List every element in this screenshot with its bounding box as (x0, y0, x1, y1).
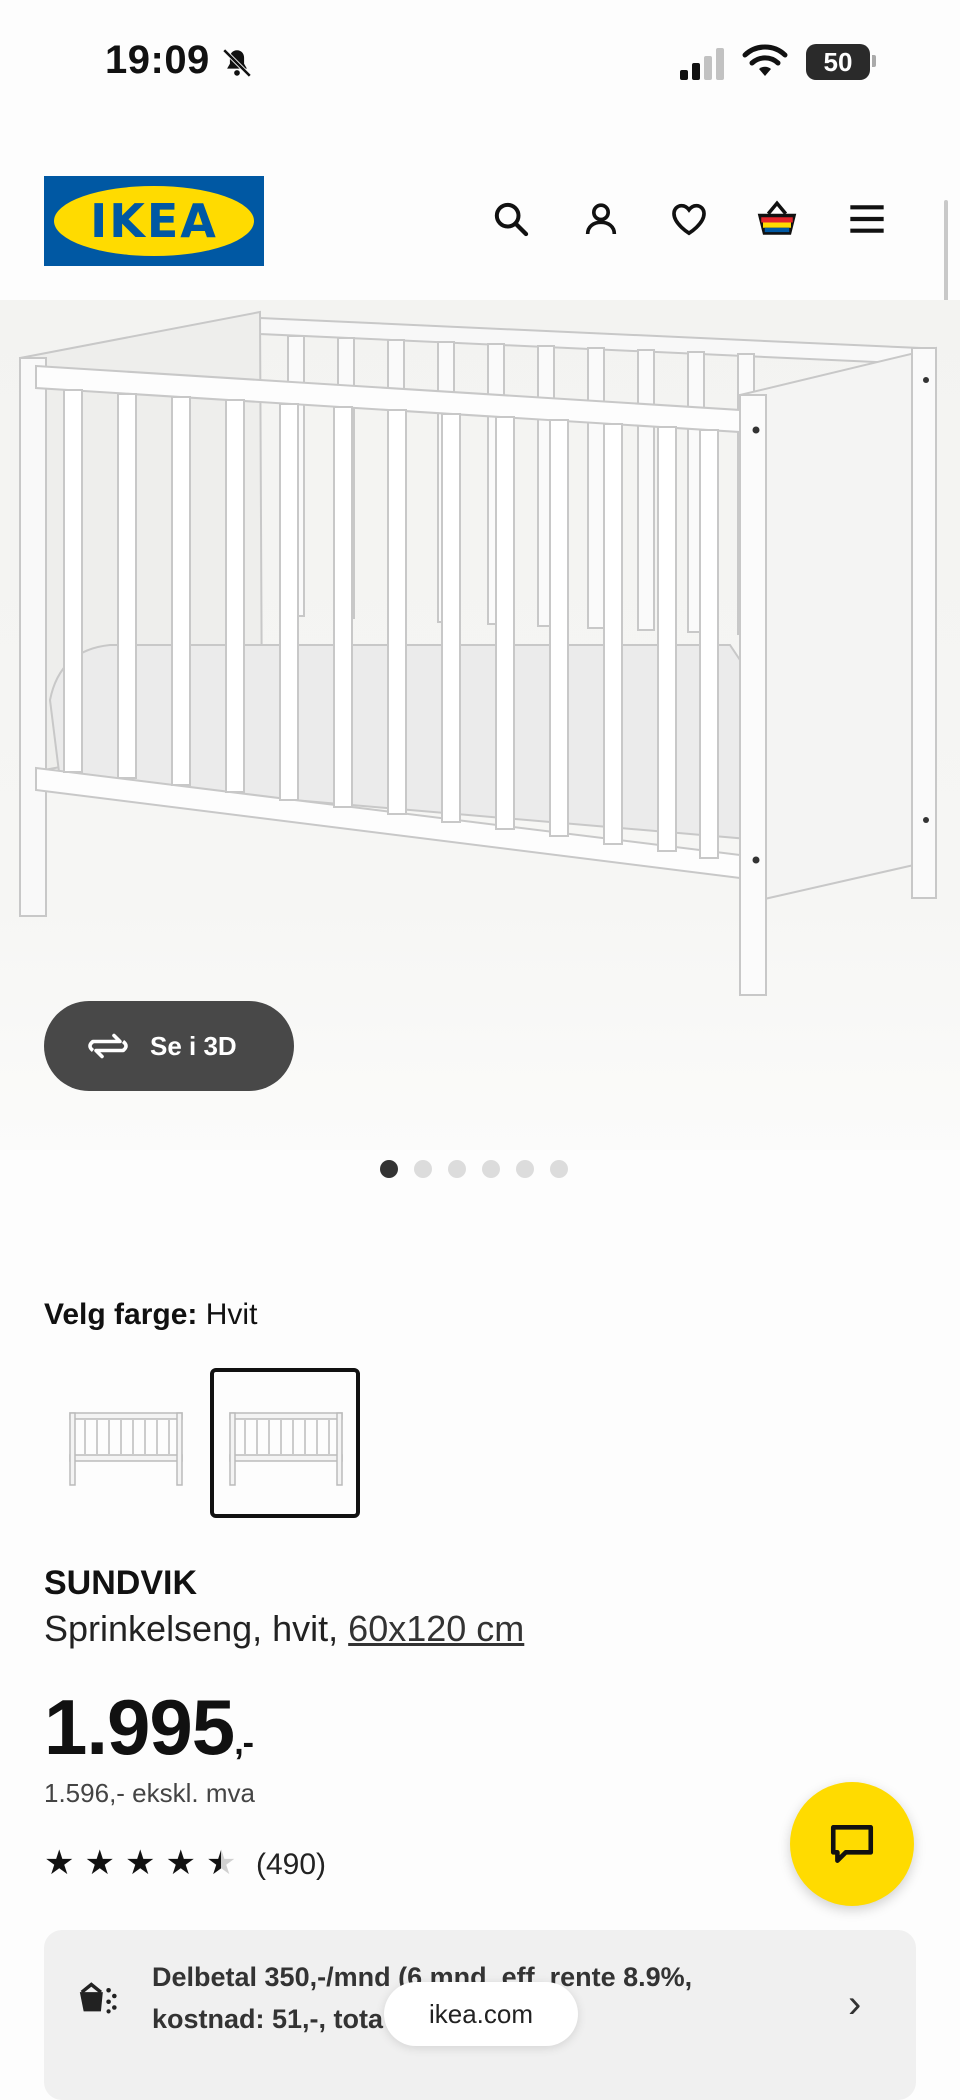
color-swatch-option[interactable] (50, 1368, 200, 1518)
star-icon: ★ (124, 1844, 156, 1882)
gallery-dot[interactable] (516, 1160, 534, 1178)
product-name: SUNDVIK (44, 1564, 198, 1602)
wifi-icon (742, 44, 788, 76)
half-star-icon: ★ (205, 1844, 237, 1882)
payment-icon (79, 1982, 117, 2014)
color-value: Hvit (205, 1298, 258, 1331)
color-label-heading: Velg farge: (44, 1298, 198, 1331)
star-icon: ★ (44, 1844, 75, 1882)
ikea-logo[interactable]: IKEA (44, 176, 264, 266)
product-description: Sprinkelseng, hvit, 60x120 cm (44, 1608, 524, 1650)
menu-icon[interactable] (844, 196, 890, 242)
see-in-3d-button[interactable]: Se i 3D (44, 1001, 294, 1091)
price-value: 1.995 (44, 1683, 235, 1771)
crib-thumbnail (69, 1412, 183, 1486)
product-description-text: Sprinkelseng, hvit, (44, 1608, 339, 1649)
battery-tip (872, 55, 876, 67)
gallery-dot[interactable] (550, 1160, 568, 1178)
battery-indicator: 50 (806, 44, 870, 80)
gallery-dot[interactable] (448, 1160, 466, 1178)
signal-icon (680, 48, 724, 80)
rotate-3d-icon (88, 1033, 128, 1059)
heart-icon[interactable] (666, 196, 712, 242)
color-selector-label: Velg farge: Hvit (44, 1298, 257, 1332)
chevron-right-icon[interactable]: › (848, 1982, 861, 2027)
gallery-dot[interactable] (482, 1160, 500, 1178)
bell-off-icon (222, 48, 252, 78)
chat-icon (830, 1825, 874, 1863)
star-icon: ★ (165, 1844, 196, 1882)
crib-thumbnail (229, 1412, 343, 1486)
color-swatch-selected[interactable] (210, 1368, 360, 1518)
chat-button[interactable] (790, 1782, 914, 1906)
gallery-dot[interactable] (380, 1160, 398, 1178)
gallery-pagination[interactable] (380, 1160, 568, 1178)
rating-count[interactable]: (490) (256, 1848, 326, 1882)
account-icon[interactable] (578, 196, 624, 242)
see-in-3d-label: Se i 3D (150, 1030, 237, 1061)
price-suffix: ,- (234, 1724, 254, 1762)
star-icon: ★ (84, 1844, 115, 1882)
price-excluding-vat: 1.596,- ekskl. mva (44, 1778, 255, 1808)
basket-icon[interactable] (754, 196, 800, 242)
logo-text: IKEA (90, 194, 218, 248)
product-size-link[interactable]: 60x120 cm (348, 1608, 524, 1649)
browser-url-bar[interactable]: ikea.com (384, 1982, 578, 2046)
rating-stars[interactable]: ★ ★ ★ ★ ★ (44, 1846, 236, 1880)
search-icon[interactable] (488, 196, 534, 242)
status-time: 19:09 (105, 38, 210, 82)
gallery-dot[interactable] (414, 1160, 432, 1178)
product-price: 1.995,- (44, 1682, 254, 1773)
